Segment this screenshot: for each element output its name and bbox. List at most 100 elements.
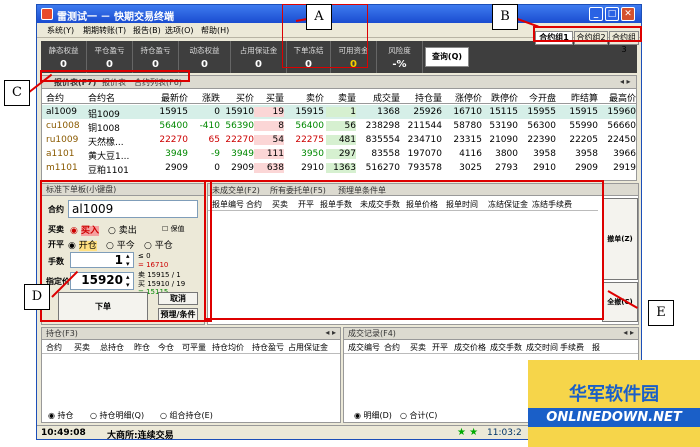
table-header-cell[interactable]: 买卖 (74, 342, 90, 353)
market-cell: 3949 (165, 149, 188, 159)
market-cell: 2919 (613, 163, 636, 173)
market-row[interactable]: ru1009 天然橡... 22270 65 22270 54 22275 481 835554… (42, 133, 636, 148)
market-header-cell[interactable]: 买量 (254, 91, 284, 104)
watermark-line2: ONLINEDOWN.NET (528, 408, 700, 427)
app-icon (41, 8, 53, 20)
minimize-button[interactable]: _ (589, 7, 603, 21)
table-header-cell[interactable]: 成交价格 (454, 342, 486, 353)
market-header-cell[interactable]: 合约名 (88, 91, 144, 104)
table-header-cell[interactable]: 总持仓 (100, 342, 124, 353)
market-header-cell[interactable]: 涨跌 (194, 91, 220, 104)
market-row[interactable]: a1101 黄大豆1... 3949 -9 3949 111 3950 297 83558 197… (42, 147, 636, 162)
market-cell: 16710 (453, 107, 482, 117)
watermark-line1: 华军软件园 (569, 384, 659, 405)
callout-e: E (648, 300, 674, 326)
table-header-cell[interactable]: 合约 (46, 342, 62, 353)
account-close-pnl: 平仓盈亏 0 (87, 41, 133, 73)
table-header-cell[interactable]: 买卖 (410, 342, 426, 353)
market-header-cell[interactable]: 今开盘 (520, 91, 556, 104)
maximize-button[interactable]: □ (605, 7, 619, 21)
market-header-cell[interactable]: 昨结算 (558, 91, 598, 104)
menu-options[interactable]: 选项(O) (165, 25, 194, 36)
table-header-cell[interactable]: 持仓盈亏 (252, 342, 284, 353)
market-header-cell[interactable]: 持仓量 (402, 91, 442, 104)
table-header-cell[interactable]: 占用保证金 (288, 342, 328, 353)
table-header-cell[interactable]: 昨仓 (134, 342, 150, 353)
market-cell: 238298 (365, 121, 400, 131)
watermark-logo: 华军软件园 ONLINEDOWN.NET (528, 360, 700, 447)
market-header-cell[interactable]: 合约 (46, 91, 86, 104)
callout-c: C (4, 80, 30, 106)
market-header-cell[interactable]: 成交量 (360, 91, 400, 104)
market-cell: 15115 (489, 107, 518, 117)
radio-trade-total[interactable]: ○ 合计(C) (400, 410, 437, 421)
menu-help[interactable]: 帮助(H) (201, 25, 229, 36)
positions-panel: 持仓(F3) ◂ ▸ 合约 买卖 总持仓 昨仓 今仓 可平量 持仓均价 持仓盈亏 占用保证金 ◉ … (41, 327, 341, 423)
market-cell: 3025 (459, 163, 482, 173)
callout-a: A (306, 4, 332, 30)
market-cell: 481 (326, 135, 356, 145)
market-cell: 297 (326, 149, 356, 159)
market-cell: 15915 (295, 107, 324, 117)
positions-table-header: 合约 买卖 总持仓 昨仓 今仓 可平量 持仓均价 持仓盈亏 占用保证金 (42, 341, 340, 354)
annotation-box-c (40, 70, 190, 82)
market-cell: 22275 (295, 135, 324, 145)
market-cell: 2793 (495, 163, 518, 173)
market-row[interactable]: m1101 豆粕1101 2909 0 2909 638 2910 1363 516270 793… (42, 161, 636, 176)
table-header-cell[interactable]: 可平量 (182, 342, 206, 353)
table-header-cell[interactable]: 合约 (384, 342, 400, 353)
radio-trade-detail[interactable]: ◉ 明细(D) (354, 410, 392, 421)
cancel-all-button[interactable]: 全撤(C) (602, 282, 638, 322)
market-header-cell[interactable]: 卖价 (288, 91, 324, 104)
market-cell: 197070 (407, 149, 442, 159)
market-cell: 3966 (613, 149, 636, 159)
market-header-cell[interactable]: 买价 (222, 91, 254, 104)
table-header-cell[interactable]: 成交编号 (348, 342, 380, 353)
market-cell: 23315 (453, 135, 482, 145)
market-cell: 3949 (231, 149, 254, 159)
table-header-cell[interactable]: 成交时间 (526, 342, 558, 353)
market-cell: 15915 (159, 107, 188, 117)
market-row[interactable]: cu1008 铜1008 56400 -410 56390 8 56400 56 238298 2… (42, 119, 636, 134)
market-cell: 53190 (489, 121, 518, 131)
market-cell: 8 (254, 121, 284, 131)
menu-system[interactable]: 系统(Y) (47, 25, 74, 36)
table-header-cell[interactable]: 报 (592, 342, 600, 353)
market-header-cell[interactable]: 涨停价 (446, 91, 482, 104)
radio-position-detail[interactable]: ○ 持仓明细(Q) (90, 410, 144, 421)
table-header-cell[interactable]: 持仓均价 (212, 342, 244, 353)
callout-d: D (24, 284, 50, 310)
market-header-cell[interactable]: 跌停价 (484, 91, 518, 104)
market-table-header: 合约 合约名 最新价 涨跌 买价 买量 卖价 卖量 成交量 持仓量 涨停价 跌停价 今开盘 昨结算 最高价 (42, 90, 636, 104)
table-header-cell[interactable]: 开平 (432, 342, 448, 353)
account-margin: 占用保证金 0 (231, 41, 287, 73)
market-header-cell[interactable]: 最高价 (600, 91, 636, 104)
market-cell: 19 (254, 107, 284, 117)
market-cell: 3800 (495, 149, 518, 159)
market-cell: ru1009 (46, 135, 79, 145)
market-header-cell[interactable]: 卖量 (326, 91, 356, 104)
market-cell: 638 (254, 163, 284, 173)
table-header-cell[interactable]: 今仓 (158, 342, 174, 353)
menu-report[interactable]: 报告(B) (133, 25, 161, 36)
market-row[interactable]: al1009 铝1009 15915 0 15910 19 15915 1 1368 25926 1… (42, 105, 636, 120)
market-cell: 2910 (301, 163, 324, 173)
market-cell: 22450 (607, 135, 636, 145)
table-header-cell[interactable]: 成交手数 (490, 342, 522, 353)
cancel-order-button[interactable]: 撤单(Z) (602, 198, 638, 280)
market-cell: 15915 (569, 107, 598, 117)
tab-scroll-arrows-icon[interactable]: ◂ ▸ (620, 77, 631, 86)
market-cell: 0 (214, 107, 220, 117)
market-cell: 56400 (295, 121, 324, 131)
table-header-cell[interactable]: 手续费 (560, 342, 584, 353)
market-header-cell[interactable]: 最新价 (148, 91, 188, 104)
market-cell: 2910 (533, 163, 556, 173)
callout-b: B (492, 4, 518, 30)
radio-combo-position[interactable]: ○ 组合持仓(E) (160, 410, 213, 421)
trades-table-header: 成交编号 合约 买卖 开平 成交价格 成交手数 成交时间 手续费报 (344, 341, 638, 354)
radio-position[interactable]: ◉ 持仓 (48, 410, 74, 421)
menu-transfer[interactable]: 期期转账(T) (83, 25, 126, 36)
query-button[interactable]: 查询(Q) (425, 47, 469, 67)
close-button[interactable]: ✕ (621, 7, 635, 21)
market-cell: 4116 (459, 149, 482, 159)
